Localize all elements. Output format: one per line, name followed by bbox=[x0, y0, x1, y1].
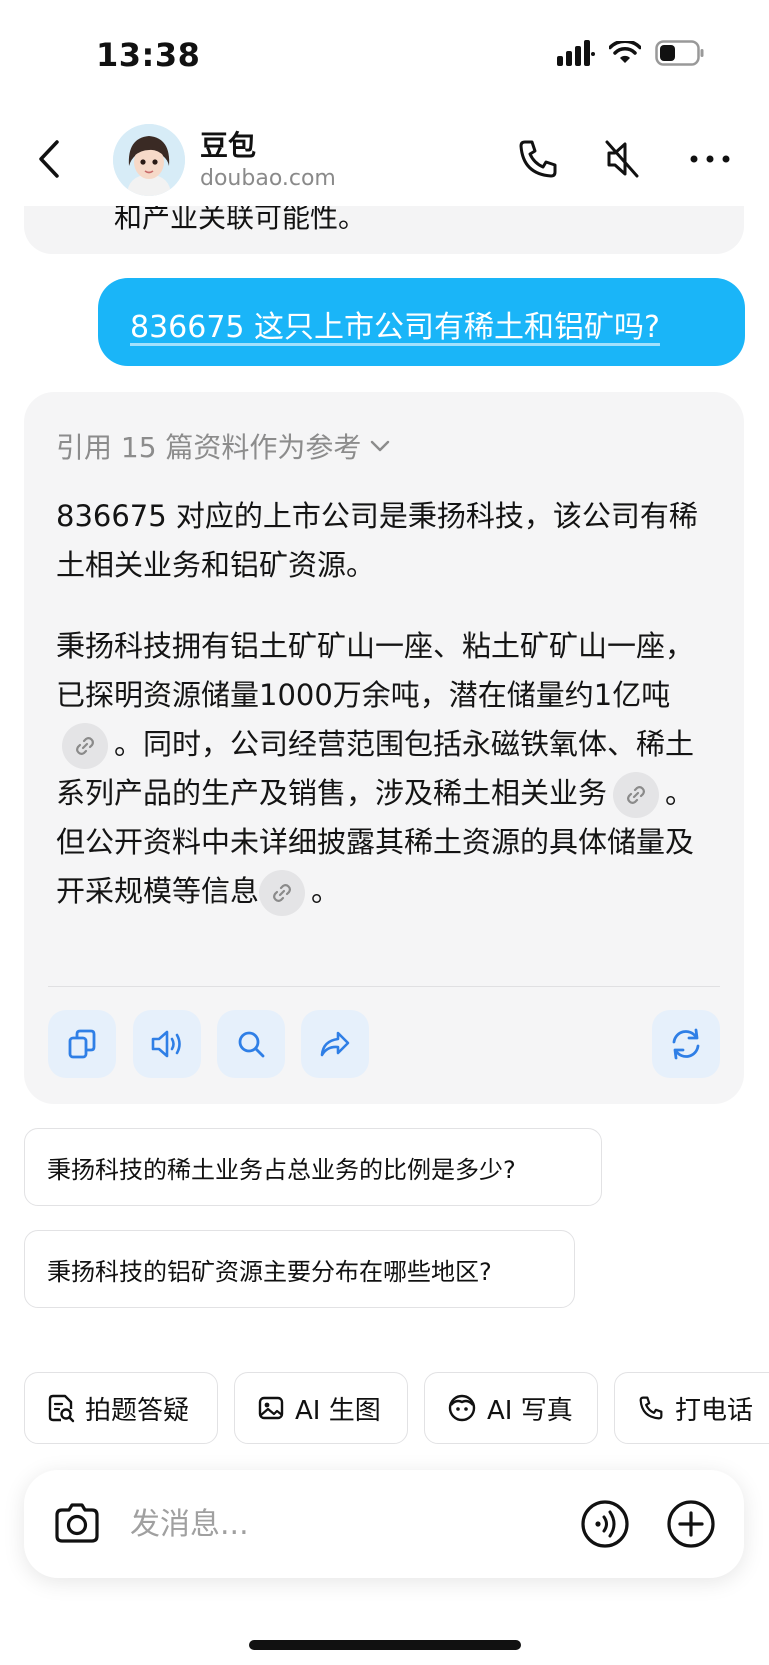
battery-icon bbox=[655, 40, 704, 66]
status-bar: 13:38 bbox=[0, 0, 769, 110]
status-icons bbox=[557, 40, 705, 66]
image-icon bbox=[258, 1396, 284, 1420]
more-options-icon[interactable] bbox=[687, 136, 733, 182]
photo-question-icon bbox=[48, 1394, 75, 1423]
mute-speaker-button[interactable] bbox=[599, 136, 645, 182]
quick-action-photo-question[interactable]: 拍题答疑 bbox=[24, 1372, 218, 1444]
quick-action-ai-image[interactable]: AI 生图 bbox=[234, 1372, 408, 1444]
quick-action-label: 拍题答疑 bbox=[85, 1395, 190, 1426]
message-input[interactable] bbox=[130, 1502, 550, 1546]
phone-call-button[interactable] bbox=[515, 136, 561, 182]
answer-divider bbox=[48, 986, 720, 987]
search-icon bbox=[238, 1031, 265, 1058]
copy-icon bbox=[68, 1029, 96, 1059]
chevron-down-icon bbox=[371, 440, 390, 452]
search-button[interactable] bbox=[217, 1010, 285, 1078]
regenerate-button[interactable] bbox=[652, 1010, 720, 1078]
quick-action-label: 打电话 bbox=[675, 1395, 754, 1426]
status-time: 13:38 bbox=[96, 36, 201, 74]
cellular-signal-icon bbox=[557, 40, 595, 66]
answer-paragraph-1: 836675 对应的上市公司是秉扬科技，该公司有稀土相关业务和铝矿资源。 bbox=[56, 499, 698, 582]
answer-segment: 。同时，公司经营范围包括永磁铁氧体、稀土系列产品的生产及销售，涉及稀土相关业务 bbox=[56, 727, 695, 810]
back-button[interactable] bbox=[30, 136, 70, 182]
quick-action-call[interactable]: 打电话 bbox=[614, 1372, 769, 1444]
references-toggle[interactable]: 引用 15 篇资料作为参考 bbox=[56, 426, 391, 466]
chat-header: 豆包 doubao.com bbox=[0, 110, 769, 206]
quick-action-label: AI 写真 bbox=[487, 1395, 573, 1426]
suggested-question[interactable]: 秉扬科技的铝矿资源主要分布在哪些地区? bbox=[24, 1230, 575, 1308]
voice-input-icon[interactable] bbox=[579, 1498, 631, 1550]
add-plus-icon[interactable] bbox=[665, 1498, 717, 1550]
refresh-icon bbox=[672, 1028, 700, 1060]
bot-name: 豆包 bbox=[200, 129, 257, 162]
citation-link-icon[interactable] bbox=[259, 870, 306, 916]
share-arrow-icon bbox=[320, 1031, 350, 1057]
speaker-icon bbox=[151, 1030, 181, 1058]
answer-segment: 。 bbox=[311, 874, 341, 908]
suggested-question[interactable]: 秉扬科技的稀土业务占总业务的比例是多少? bbox=[24, 1128, 602, 1206]
message-input-bar bbox=[24, 1470, 744, 1578]
ai-answer-card: 引用 15 篇资料作为参考 836675 对应的上市公司是秉扬科技，该公司有稀土… bbox=[24, 392, 744, 1104]
user-message-bubble[interactable]: 836675 这只上市公司有稀土和铝矿吗? bbox=[98, 278, 745, 366]
wifi-icon bbox=[609, 41, 641, 63]
answer-paragraph-2: 秉扬科技拥有铝土矿矿山一座、粘土矿矿山一座，已探明资源储量1000万余吨，潜在储… bbox=[56, 622, 720, 916]
home-indicator[interactable] bbox=[249, 1640, 521, 1650]
quick-action-label: AI 生图 bbox=[295, 1395, 381, 1426]
share-button[interactable] bbox=[301, 1010, 369, 1078]
user-message-text: 836675 这只上市公司有稀土和铝矿吗? bbox=[130, 310, 660, 345]
copy-button[interactable] bbox=[48, 1010, 116, 1078]
phone-icon bbox=[639, 1396, 663, 1420]
face-icon bbox=[448, 1394, 476, 1422]
references-label: 引用 15 篇资料作为参考 bbox=[56, 431, 362, 464]
quick-action-ai-portrait[interactable]: AI 写真 bbox=[424, 1372, 598, 1444]
bot-domain: doubao.com bbox=[200, 166, 336, 191]
citation-link-icon[interactable] bbox=[613, 772, 660, 818]
answer-segment: 秉扬科技拥有铝土矿矿山一座、粘土矿矿山一座，已探明资源储量1000万余吨，潜在储… bbox=[56, 629, 695, 712]
camera-icon[interactable] bbox=[54, 1502, 100, 1544]
read-aloud-button[interactable] bbox=[133, 1010, 201, 1078]
citation-link-icon[interactable] bbox=[62, 723, 108, 769]
bot-avatar[interactable] bbox=[113, 124, 185, 196]
